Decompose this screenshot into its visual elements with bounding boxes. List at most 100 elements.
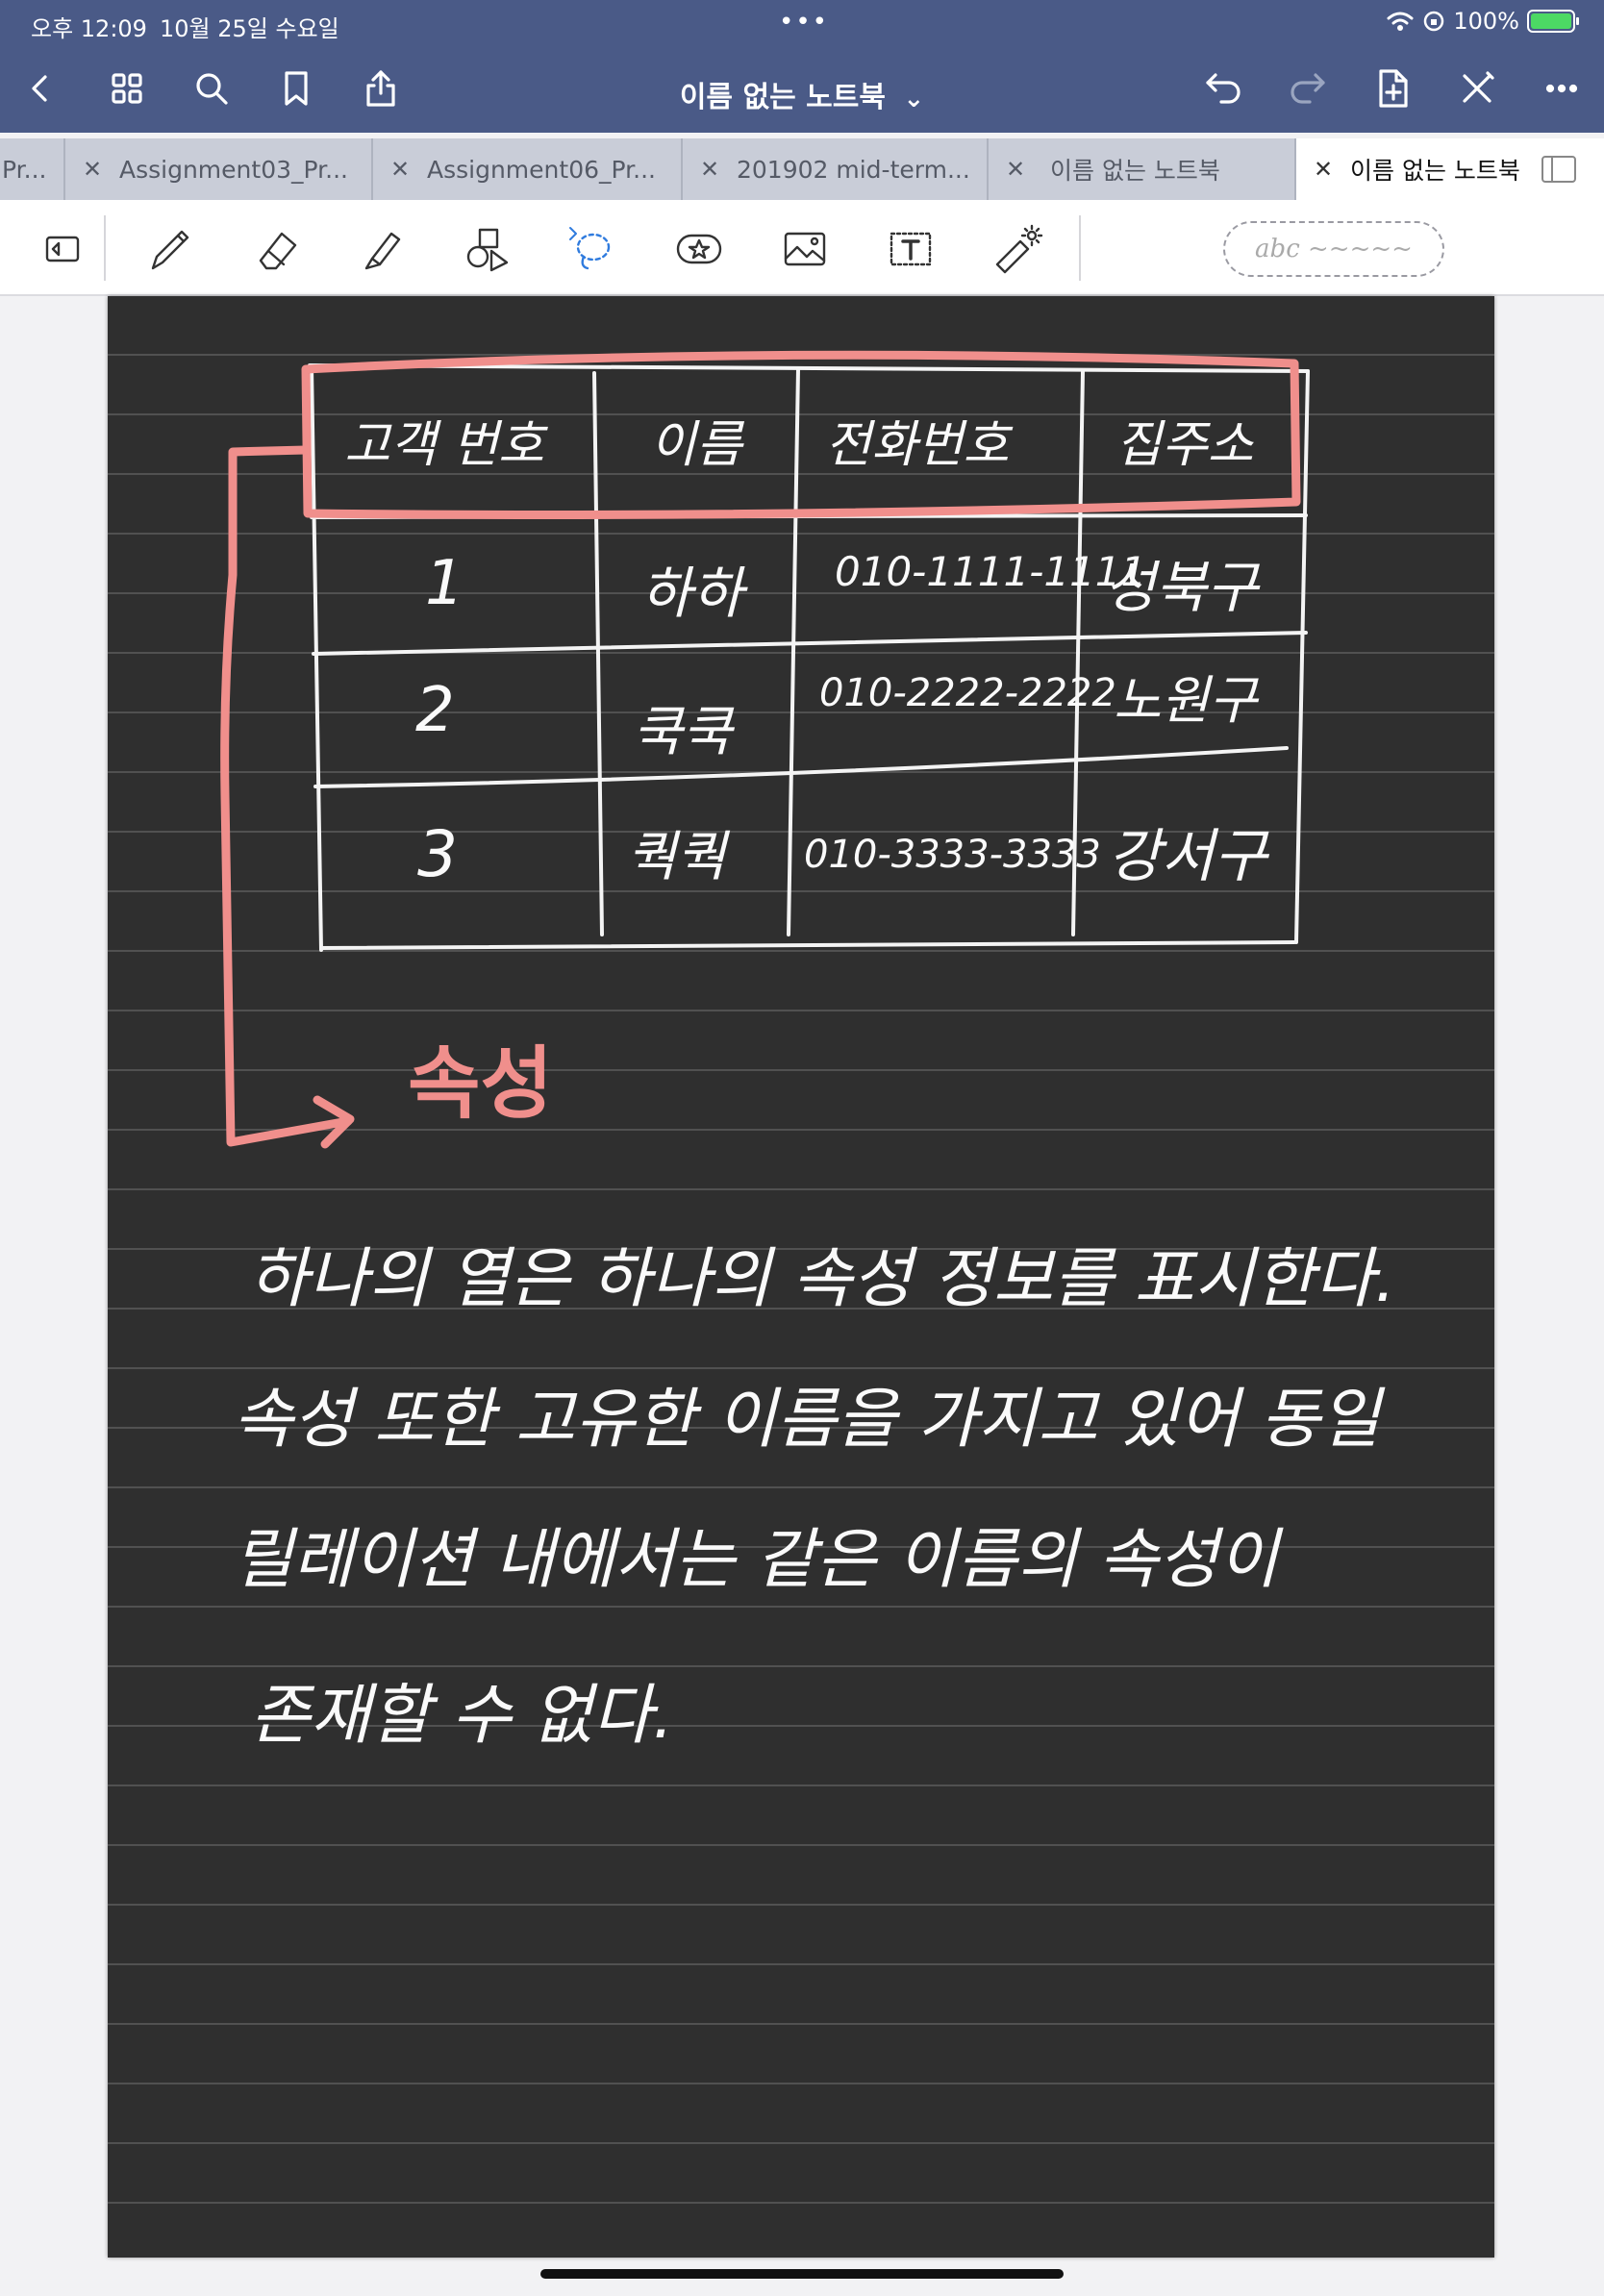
toolbar-divider: [1079, 215, 1081, 281]
laser-pointer-tool[interactable]: [985, 217, 1048, 281]
chevron-left-icon: [32, 75, 47, 102]
more-icon: [1545, 84, 1578, 93]
split-view-icon[interactable]: [1541, 156, 1576, 183]
handwritten-line: 릴레이션 내에서는 같은 이름의 속성이: [233, 1522, 1279, 1598]
pen-settings-button[interactable]: [1448, 60, 1506, 117]
bookmark-button[interactable]: [267, 60, 325, 117]
attribute-annotation: 속성: [408, 1038, 553, 1130]
handwritten-line: 존재할 수 없다.: [250, 1678, 674, 1754]
table-cell: 010-3333-3333: [804, 833, 1101, 877]
shapes-icon: [466, 228, 509, 272]
eraser-tool[interactable]: [244, 217, 308, 281]
battery-icon: [1527, 10, 1579, 33]
more-button[interactable]: [1533, 60, 1591, 117]
image-tool[interactable]: [773, 217, 837, 281]
tab-1[interactable]: Pr...: [0, 138, 65, 200]
image-icon: [784, 232, 826, 266]
lasso-tool[interactable]: [560, 217, 623, 281]
table-cell: 010-2222-2222: [819, 671, 1116, 715]
text-tool[interactable]: [879, 217, 942, 281]
tab-label: Pr...: [2, 155, 47, 184]
table-header-cell: 고객 번호: [344, 416, 544, 474]
bookmark-icon: [285, 71, 308, 106]
table-cell: 강서구: [1108, 823, 1267, 890]
reading-mode-button[interactable]: [31, 217, 94, 281]
laser-pointer-icon: [995, 224, 1043, 274]
tab-6-active[interactable]: ✕ 이름 없는 노트북: [1296, 138, 1604, 200]
tab-5[interactable]: ✕ 이름 없는 노트북: [989, 138, 1296, 200]
tab-2[interactable]: ✕ Assignment03_Pr...: [65, 138, 373, 200]
wifi-icon: [1387, 12, 1414, 31]
close-icon[interactable]: ✕: [683, 156, 737, 183]
redo-button[interactable]: [1279, 60, 1337, 117]
reading-mode-icon: [45, 236, 80, 262]
table-cell: 쿡쿡: [633, 701, 733, 763]
annotation-arrow-line: [220, 445, 353, 1147]
document-tabs: Pr... ✕ Assignment03_Pr... ✕ Assignment0…: [0, 138, 1604, 200]
notebook-title-button[interactable]: 이름 없는 노트북 ⌄: [680, 81, 924, 114]
tab-label: Assignment03_Pr...: [119, 155, 348, 184]
shapes-tool[interactable]: [456, 217, 519, 281]
table-cell: 성북구: [1104, 555, 1259, 620]
close-icon[interactable]: ✕: [65, 156, 119, 183]
text-box-icon: [890, 232, 932, 266]
close-icon[interactable]: ✕: [1296, 156, 1350, 183]
pen-icon: [151, 230, 189, 270]
notebook-title-text: 이름 없는 노트북: [679, 81, 886, 114]
table-cell: 1: [425, 548, 464, 619]
handwriting-to-text-button[interactable]: abc ~~~~~: [1223, 221, 1444, 277]
redo-icon: [1291, 73, 1325, 104]
table-header-cell: 이름: [650, 416, 742, 474]
app-chrome: 오후 12:09 10월 25일 수요일 ••• 100% 이름 없는 노트북 …: [0, 0, 1604, 133]
handwritten-line: 하나의 열은 하나의 속성 정보를 표시한다.: [248, 1241, 1396, 1317]
tab-label: Assignment06_Pr...: [427, 155, 656, 184]
thumbnails-button[interactable]: [98, 60, 156, 117]
tab-label: 201902 mid-term...: [737, 155, 970, 184]
elements-tool[interactable]: [667, 217, 731, 281]
search-icon: [196, 73, 228, 105]
table-header-cell: 전화번호: [825, 416, 1010, 474]
status-right: 100%: [1386, 8, 1579, 35]
eraser-icon: [259, 232, 297, 270]
lasso-icon: [569, 227, 611, 270]
pen-cross-icon: [1463, 71, 1494, 103]
status-date: 10월 25일 수요일: [160, 15, 339, 42]
tab-label: 이름 없는 노트북: [1350, 157, 1520, 185]
undo-button[interactable]: [1194, 60, 1252, 117]
close-icon[interactable]: ✕: [989, 156, 1042, 183]
share-icon: [366, 70, 395, 107]
search-button[interactable]: [183, 60, 240, 117]
tab-3[interactable]: ✕ Assignment06_Pr...: [373, 138, 683, 200]
table-cell: 010-1111-1111: [835, 548, 1147, 595]
toolbar-divider: [104, 215, 106, 281]
status-bar: 오후 12:09 10월 25일 수요일 ••• 100%: [0, 0, 1604, 46]
drawing-toolbar: abc ~~~~~: [0, 200, 1604, 296]
table-header-cell: 집주소: [1115, 416, 1254, 474]
table-cell: 2: [415, 675, 455, 746]
share-button[interactable]: [352, 60, 410, 117]
add-page-button[interactable]: [1364, 60, 1421, 117]
back-button[interactable]: [12, 60, 69, 117]
multitasking-dots-icon[interactable]: •••: [779, 8, 829, 37]
highlighter-tool[interactable]: [350, 217, 414, 281]
home-indicator[interactable]: [540, 2269, 1064, 2279]
close-icon[interactable]: ✕: [373, 156, 427, 183]
table-cell: 노원구: [1114, 670, 1258, 731]
table-cell: 3: [417, 817, 458, 891]
add-page-icon: [1379, 69, 1408, 108]
table-cell: 하하: [640, 561, 743, 626]
nav-bar: 이름 없는 노트북 ⌄: [0, 46, 1604, 133]
grid-icon: [112, 73, 142, 104]
battery-percent: 100%: [1453, 8, 1519, 35]
highlighter-icon: [364, 232, 401, 270]
chevron-down-icon: ⌄: [903, 85, 925, 113]
note-page[interactable]: 고객 번호 이름 전화번호 집주소 1 하하 010-1111-1111 성북구…: [108, 296, 1494, 2258]
undo-icon: [1206, 73, 1241, 104]
table-cell: 쿽쿽: [627, 826, 727, 888]
status-time: 오후 12:09: [31, 15, 147, 42]
sticker-star-icon: [676, 234, 722, 264]
tab-4[interactable]: ✕ 201902 mid-term...: [683, 138, 989, 200]
orientation-lock-icon: [1424, 11, 1444, 32]
handwritten-line: 속성 또한 고유한 이름을 가지고 있어 동일: [233, 1382, 1381, 1458]
pen-tool[interactable]: [138, 217, 202, 281]
